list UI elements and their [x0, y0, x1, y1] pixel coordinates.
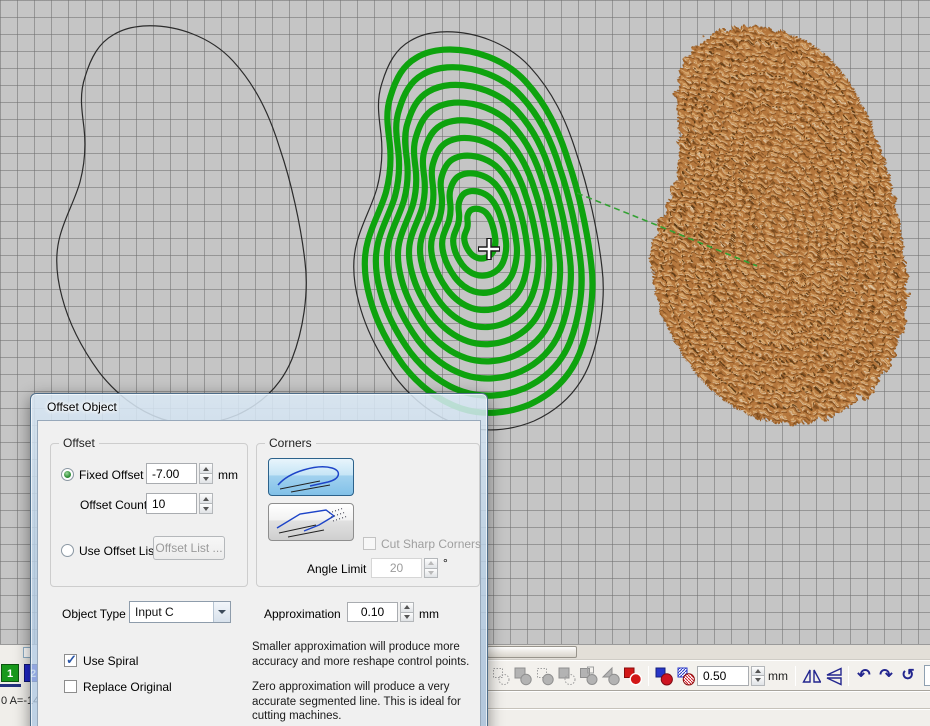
help-paragraph-2: Zero approximation will produce a very a…	[252, 680, 476, 724]
trim-disabled-icon[interactable]	[513, 666, 533, 686]
overlap-fills-icon[interactable]	[676, 666, 696, 686]
bottom-toolbar-block: mm ↶ ↷ ↺	[487, 644, 930, 726]
approximation-input[interactable]	[347, 602, 398, 622]
use-spiral-label: Use Spiral	[83, 654, 138, 668]
sharp-corners-button[interactable]	[268, 503, 354, 541]
weld-disabled-icon[interactable]	[491, 666, 511, 686]
offset-object-dialog: Offset Object Offset Fixed Offset mm Off…	[30, 393, 488, 726]
use-offset-list-radio[interactable]	[61, 544, 74, 557]
angle-limit-label: Angle Limit	[307, 562, 366, 576]
use-spiral-checkbox[interactable]	[64, 654, 77, 667]
object-type-value: Input C	[130, 605, 213, 619]
horizontal-scrollbar[interactable]	[487, 645, 930, 660]
intersect-disabled-icon[interactable]	[535, 666, 555, 686]
object-type-combobox[interactable]: Input C	[129, 601, 231, 623]
toolbar-separator	[795, 666, 796, 686]
cut-sharp-corners-label: Cut Sharp Corners	[381, 537, 481, 551]
stitch-spacing-input[interactable]	[697, 666, 749, 686]
fixed-offset-unit: mm	[218, 468, 238, 482]
fixed-offset-label: Fixed Offset	[79, 468, 143, 482]
rotate-left-icon[interactable]: ↶	[854, 666, 874, 686]
replace-original-label: Replace Original	[83, 680, 172, 694]
exclude-disabled-icon[interactable]	[557, 666, 577, 686]
fixed-offset-spinedit	[146, 463, 213, 484]
rounded-corner-glyph	[272, 461, 350, 493]
fragment-disabled-icon[interactable]	[601, 666, 621, 686]
sharp-corner-glyph	[272, 506, 350, 538]
status-row	[487, 691, 930, 709]
selected-color-indicator	[0, 684, 21, 687]
object-type-label: Object Type	[62, 607, 126, 621]
chevron-down-icon	[213, 602, 230, 622]
toolbar-separator	[848, 666, 849, 686]
mirror-horizontal-icon[interactable]	[801, 666, 821, 686]
offset-count-spinedit	[146, 493, 213, 514]
fixed-offset-radio[interactable]	[61, 468, 74, 481]
angle-limit-stepper[interactable]	[424, 558, 438, 578]
app-window: 1 2 0 A=-14	[0, 0, 930, 726]
remove-overlaps-icon[interactable]	[623, 666, 643, 686]
angle-limit-spinedit	[371, 558, 438, 578]
dialog-client-area: Offset Fixed Offset mm Offset Count	[37, 420, 481, 726]
help-paragraph-1: Smaller approximation will produce more …	[252, 640, 476, 669]
stitch-spacing-stepper[interactable]	[751, 666, 765, 686]
horizontal-scrollbar-thumb[interactable]	[487, 646, 577, 658]
fixed-offset-input[interactable]	[146, 463, 197, 484]
color-swatch-1[interactable]: 1	[1, 664, 19, 682]
approximation-help-text: Smaller approximation will produce more …	[252, 640, 476, 726]
angle-limit-input[interactable]	[371, 558, 422, 578]
dialog-title: Offset Object	[47, 400, 117, 414]
overlap-objects-icon[interactable]	[654, 666, 674, 686]
offset-count-stepper[interactable]	[199, 493, 213, 514]
mirror-vertical-icon[interactable]	[823, 666, 843, 686]
source-outline-shape[interactable]	[57, 26, 306, 424]
offset-groupbox: Offset Fixed Offset mm Offset Count	[50, 443, 248, 587]
approximation-spinedit	[347, 602, 414, 622]
rotate-icon[interactable]: ↺	[898, 666, 918, 686]
replace-original-checkbox[interactable]	[64, 680, 77, 693]
stitch-spacing-unit: mm	[768, 669, 788, 683]
approximation-unit: mm	[419, 607, 439, 621]
approximation-stepper[interactable]	[400, 602, 414, 622]
status-row	[487, 709, 930, 726]
approximation-label: Approximation	[264, 607, 341, 621]
combine-disabled-icon[interactable]	[579, 666, 599, 686]
offset-list-button[interactable]: Offset List ...	[153, 536, 225, 560]
use-offset-list-label: Use Offset List	[79, 544, 157, 558]
corners-groupbox: Corners Cut	[256, 443, 480, 587]
rotate-right-icon[interactable]: ↷	[876, 666, 896, 686]
toolbar-separator	[648, 666, 649, 686]
arrange-toolbar: mm ↶ ↷ ↺	[487, 660, 930, 690]
offset-group-label: Offset	[59, 436, 99, 450]
stitched-result-shape[interactable]	[652, 27, 906, 423]
offset-count-label: Offset Count	[80, 498, 147, 512]
status-bar	[487, 690, 930, 726]
dialog-titlebar[interactable]: Offset Object	[31, 394, 487, 420]
rounded-corners-button[interactable]	[268, 458, 354, 496]
offset-spiral-preview[interactable]	[365, 49, 593, 412]
fixed-offset-stepper[interactable]	[199, 463, 213, 484]
cut-sharp-corners-checkbox[interactable]	[363, 537, 376, 550]
offset-count-input[interactable]	[146, 493, 197, 514]
angle-limit-unit: °	[443, 556, 448, 570]
corners-group-label: Corners	[265, 436, 316, 450]
rotate-angle-input-partial[interactable]	[924, 665, 930, 686]
